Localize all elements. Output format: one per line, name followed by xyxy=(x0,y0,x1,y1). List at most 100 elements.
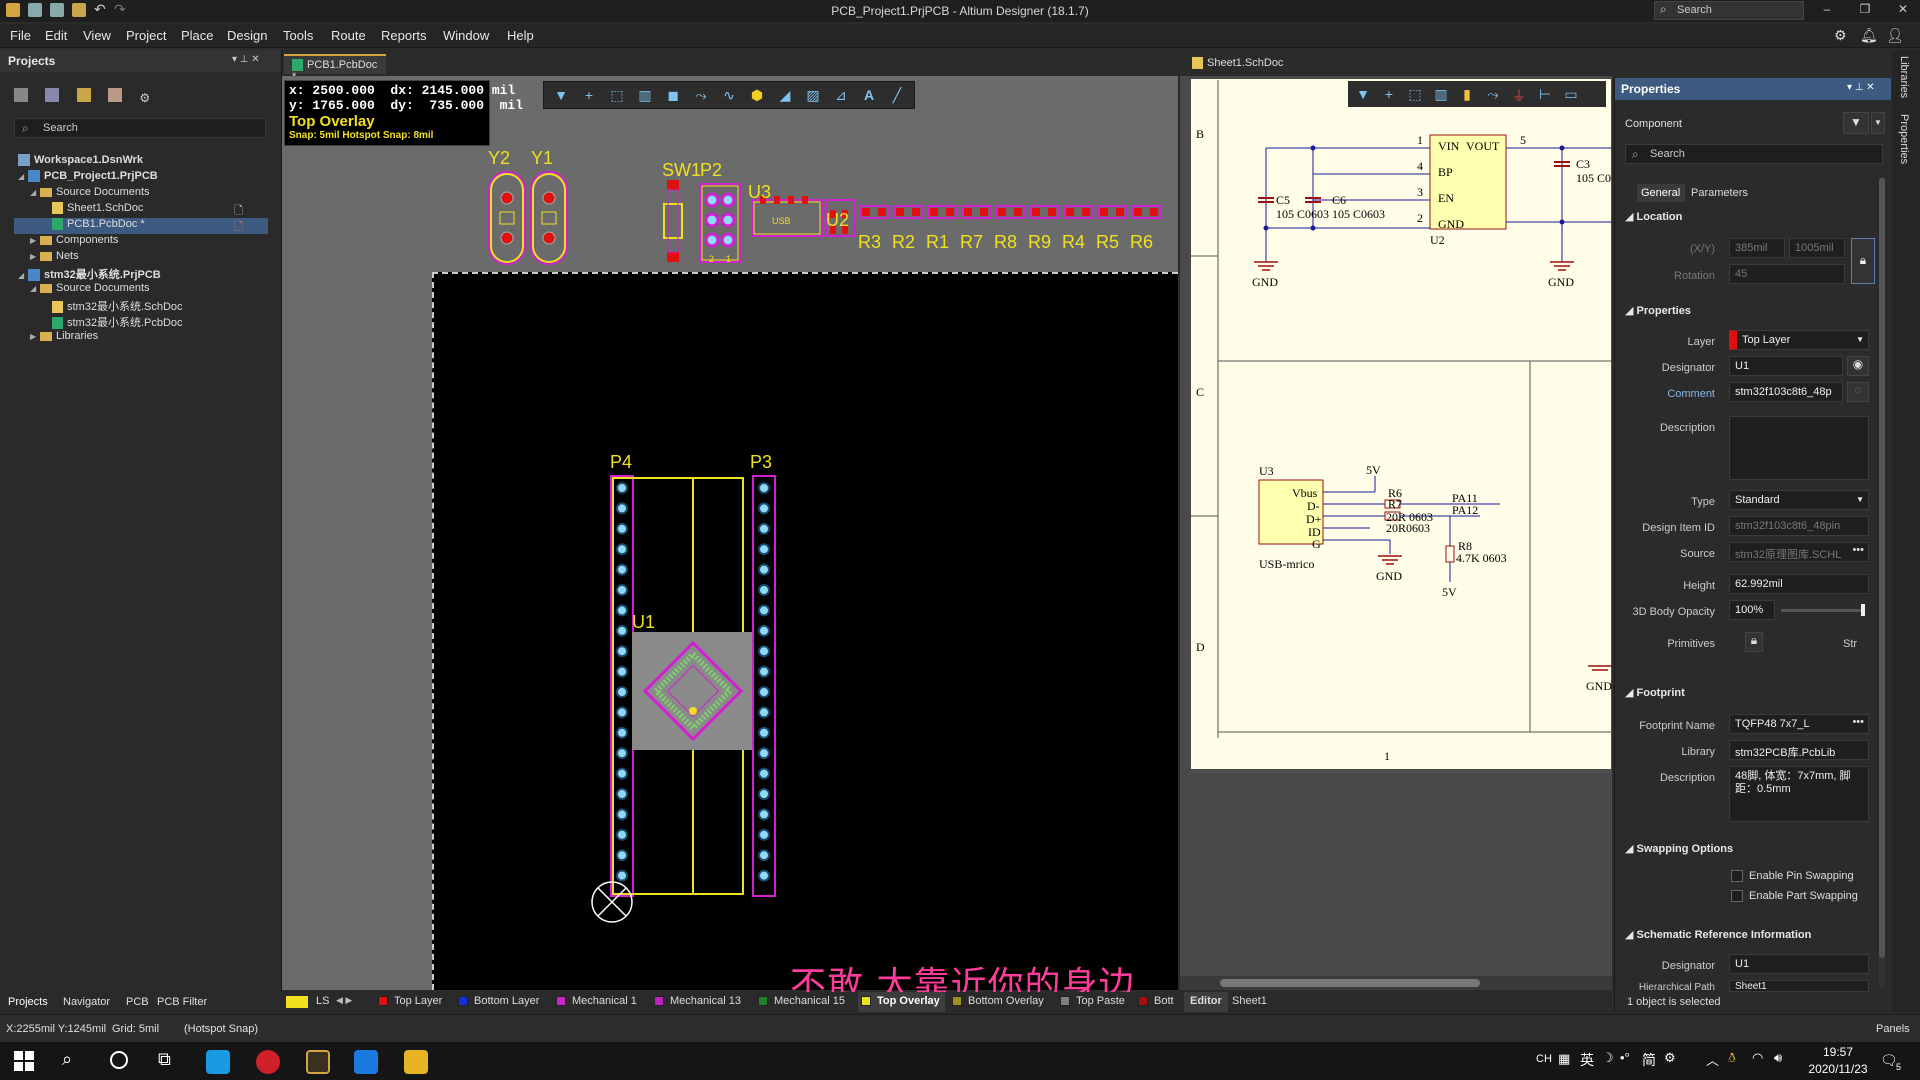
description-field[interactable] xyxy=(1729,416,1869,480)
menu-route[interactable]: Route xyxy=(331,28,366,43)
rotation-field[interactable]: 45 xyxy=(1729,264,1845,284)
tree-item-project1[interactable]: ◢ PCB_Project1.PrjPCB xyxy=(14,170,268,186)
tab-parameters[interactable]: Parameters xyxy=(1687,184,1753,202)
header-pad[interactable] xyxy=(758,747,770,760)
type-select[interactable]: Standard ▼ xyxy=(1729,490,1869,510)
header-pad[interactable] xyxy=(616,747,628,760)
panel-menu-icon[interactable]: ▾ ⊥ ✕ xyxy=(232,54,260,65)
properties-scrollbar[interactable] xyxy=(1879,178,1885,988)
filter-icon[interactable]: ▼ xyxy=(1843,112,1869,134)
opacity-field[interactable]: 100% xyxy=(1729,600,1775,620)
header-pad[interactable] xyxy=(616,726,628,739)
save-icon[interactable] xyxy=(14,88,28,102)
header-pad[interactable] xyxy=(616,482,628,494)
more-icon[interactable]: ••• xyxy=(1852,544,1864,556)
y-field[interactable]: 1005mil xyxy=(1789,238,1845,258)
sch-horizontal-scrollbar[interactable] xyxy=(1180,976,1612,990)
filter-icon[interactable]: ▼ xyxy=(1354,86,1372,104)
design-item-field[interactable]: stm32f103c8t6_48pin xyxy=(1729,516,1869,536)
chevron-down-icon[interactable]: ◢ xyxy=(30,284,40,293)
tray-settings-icon[interactable]: ⚙ xyxy=(1664,1050,1676,1066)
header-pad[interactable] xyxy=(616,706,628,719)
more-icon[interactable]: ••• xyxy=(1852,716,1864,728)
header-pad[interactable] xyxy=(616,604,628,617)
layer-tab-bottom-overlay[interactable]: Bottom Overlay xyxy=(952,995,1044,1007)
header-pad[interactable] xyxy=(758,788,770,800)
header-pad[interactable] xyxy=(616,563,628,576)
menu-file[interactable]: File xyxy=(10,28,31,43)
search-icon[interactable]: ⌕ xyxy=(62,1049,72,1070)
header-pad[interactable] xyxy=(758,665,770,678)
lock-icon[interactable]: 🔒︎ xyxy=(1745,632,1763,652)
resistor-row[interactable] xyxy=(859,205,1161,219)
header-pad[interactable] xyxy=(758,563,770,576)
pcb-graphics[interactable]: 2 1 USB Y2 Y1 SW1 P2 U3 U2 R3 R2 R1 R7 R… xyxy=(282,76,1178,990)
header-pad[interactable] xyxy=(758,726,770,739)
scrollbar-thumb[interactable] xyxy=(1220,979,1480,987)
header-pad[interactable] xyxy=(758,686,770,698)
header-p4-pads[interactable] xyxy=(616,482,628,882)
designator-y1[interactable]: Y1 xyxy=(531,148,553,168)
section-schematic-ref[interactable]: ◢ Schematic Reference Information xyxy=(1625,928,1811,941)
menu-window[interactable]: Window xyxy=(443,28,489,43)
designator-r5[interactable]: R5 xyxy=(1096,232,1119,252)
tray-keyboard-icon[interactable]: ▦ xyxy=(1558,1051,1570,1067)
header-pad[interactable] xyxy=(758,808,770,821)
header-pad[interactable] xyxy=(616,502,628,515)
bus-icon[interactable]: ⊢ xyxy=(1536,86,1554,104)
section-location[interactable]: ◢ Location xyxy=(1625,210,1682,223)
wire-icon[interactable]: ⤳ xyxy=(1484,86,1502,104)
header-pad[interactable] xyxy=(758,604,770,617)
header-pad[interactable] xyxy=(616,767,628,780)
section-swapping[interactable]: ◢ Swapping Options xyxy=(1625,842,1733,855)
tab-sheet1-schdoc[interactable]: Sheet1.SchDoc xyxy=(1184,54,1324,74)
tree-item-workspace[interactable]: Workspace1.DsnWrk xyxy=(14,154,268,170)
tree-item-nets[interactable]: ▶ Nets xyxy=(14,250,268,266)
header-pad[interactable] xyxy=(758,767,770,780)
header-pad[interactable] xyxy=(758,645,770,658)
layer-tab-top-paste[interactable]: Top Paste xyxy=(1060,995,1125,1007)
tab-pcb[interactable]: PCB xyxy=(126,996,149,1008)
layer-nav-icon[interactable]: ◀ ▶ xyxy=(336,995,352,1006)
header-pad[interactable] xyxy=(616,808,628,821)
header-pad[interactable] xyxy=(616,788,628,800)
library-field[interactable]: stm32PCB库.PcbLib xyxy=(1729,740,1869,760)
layer-tab-bottom[interactable]: Bottom Layer xyxy=(458,995,539,1007)
tree-item-stm32-sch[interactable]: stm32最小系统.SchDoc xyxy=(14,298,268,314)
gear-icon[interactable]: ⚙ xyxy=(1834,27,1847,44)
schematic-graphics[interactable]: B C D 1 VIN VOUT BP EN GND 1 5 4 3 2 U2 … xyxy=(1180,76,1612,776)
section-footprint[interactable]: ◢ Footprint xyxy=(1625,686,1685,699)
panels-button[interactable]: Panels xyxy=(1876,1023,1910,1035)
tray-volume-icon[interactable]: 🔊︎ xyxy=(1774,1050,1782,1066)
designator-p4[interactable]: P4 xyxy=(610,452,632,472)
part-swap-checkbox[interactable] xyxy=(1731,890,1743,902)
designator-p2[interactable]: P2 xyxy=(700,160,722,180)
tab-pcb-filter[interactable]: PCB Filter xyxy=(157,996,207,1008)
layer-set-button[interactable]: LS xyxy=(316,995,329,1007)
lock-icon[interactable]: 🔒︎ xyxy=(1851,238,1875,284)
tree-item-pcb1[interactable]: PCB1.PcbDoc * 🗋︎ xyxy=(14,218,268,234)
fp-description-field[interactable]: 48脚, 体宽：7x7mm, 脚距：0.5mm xyxy=(1729,766,1869,822)
folder-close-icon[interactable] xyxy=(108,88,123,102)
chevron-down-icon[interactable]: ◢ xyxy=(30,188,40,197)
header-pad[interactable] xyxy=(758,543,770,556)
user-icon[interactable]: 👤︎ xyxy=(1886,27,1904,44)
header-pad[interactable] xyxy=(758,849,770,862)
header-pad[interactable] xyxy=(758,828,770,841)
crosshair-icon[interactable]: + xyxy=(1380,86,1398,104)
designator-p3[interactable]: P3 xyxy=(750,452,772,472)
menu-edit[interactable]: Edit xyxy=(45,28,67,43)
header-pad[interactable] xyxy=(616,645,628,658)
designator-y2[interactable]: Y2 xyxy=(488,148,510,168)
projects-search-input[interactable]: ⌕ Search xyxy=(14,118,266,138)
tray-moon-icon[interactable]: ☽ xyxy=(1602,1050,1614,1066)
windows-start-icon[interactable] xyxy=(14,1051,34,1071)
select-rect-icon[interactable]: ⬚ xyxy=(1406,86,1424,104)
opacity-slider-thumb[interactable] xyxy=(1861,604,1865,616)
gear-icon[interactable]: ⚙ xyxy=(139,91,153,105)
crystal-y2[interactable] xyxy=(488,171,526,265)
tray-chevron-up-icon[interactable]: ︿ xyxy=(1706,1050,1719,1069)
side-tab-libraries[interactable]: Libraries xyxy=(1898,56,1910,98)
tray-date[interactable]: 2020/11/23 xyxy=(1796,1062,1880,1076)
layer-tab-top[interactable]: Top Layer xyxy=(378,995,442,1007)
